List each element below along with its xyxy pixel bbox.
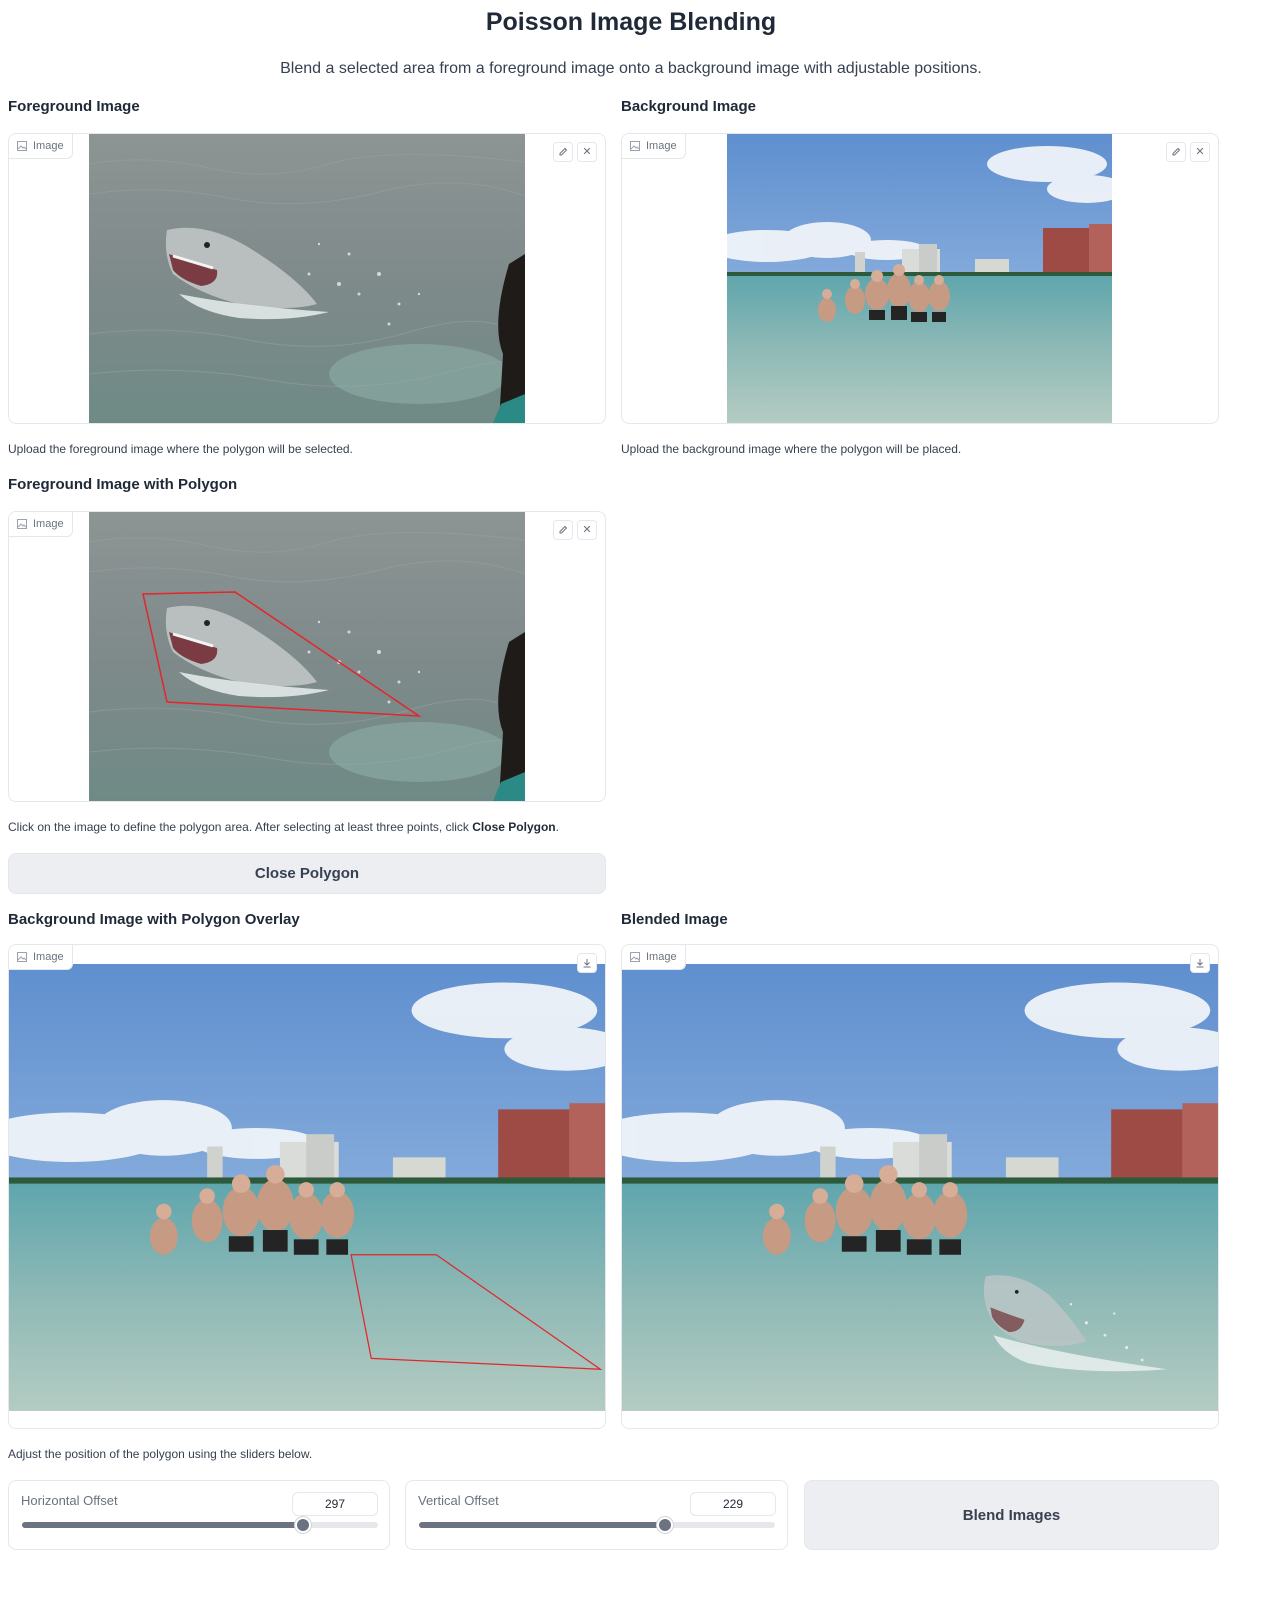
blended-label: Blended Image bbox=[621, 911, 728, 928]
background-label: Background Image bbox=[621, 98, 757, 115]
background-photo[interactable] bbox=[727, 134, 1112, 423]
pencil-icon[interactable] bbox=[553, 520, 573, 540]
fg-polygon-editor[interactable]: Image ✕ bbox=[8, 511, 606, 802]
vertical-slider-fill bbox=[419, 1522, 665, 1528]
close-icon[interactable]: ✕ bbox=[577, 142, 597, 162]
page-title: Poisson Image Blending bbox=[485, 8, 777, 36]
close-icon[interactable]: ✕ bbox=[1190, 142, 1210, 162]
vertical-offset-label: Vertical Offset bbox=[418, 1493, 499, 1508]
image-tag: Image bbox=[9, 945, 73, 970]
bg-overlay-label: Background Image with Polygon Overlay bbox=[8, 911, 300, 928]
bg-overlay-photo bbox=[9, 964, 605, 1411]
close-polygon-button[interactable]: Close Polygon bbox=[8, 853, 606, 894]
image-tag: Image bbox=[9, 512, 73, 537]
horizontal-offset-control: Horizontal Offset 297 bbox=[8, 1480, 390, 1550]
horizontal-offset-input[interactable]: 297 bbox=[292, 1492, 378, 1516]
horizontal-slider-fill bbox=[22, 1522, 303, 1528]
horizontal-offset-slider[interactable] bbox=[22, 1517, 378, 1533]
close-icon[interactable]: ✕ bbox=[577, 520, 597, 540]
foreground-upload[interactable]: Image ✕ bbox=[8, 133, 606, 424]
image-icon bbox=[17, 519, 27, 529]
image-icon bbox=[17, 952, 27, 962]
image-tag: Image bbox=[9, 134, 73, 159]
blend-images-button[interactable]: Blend Images bbox=[804, 1480, 1219, 1550]
image-icon bbox=[17, 141, 27, 151]
pencil-icon[interactable] bbox=[1166, 142, 1186, 162]
foreground-photo[interactable] bbox=[89, 134, 525, 423]
download-icon[interactable] bbox=[577, 953, 597, 973]
blended-output: Image bbox=[621, 944, 1219, 1429]
bg-overlay-output: Image bbox=[8, 944, 606, 1429]
sliders-hint: Adjust the position of the polygon using… bbox=[8, 1447, 313, 1461]
foreground-label: Foreground Image bbox=[8, 98, 140, 115]
fg-polygon-hint: Click on the image to define the polygon… bbox=[8, 820, 559, 834]
foreground-hint: Upload the foreground image where the po… bbox=[8, 442, 353, 456]
page-subtitle: Blend a selected area from a foreground … bbox=[280, 60, 982, 77]
image-icon bbox=[630, 141, 640, 151]
vertical-slider-thumb[interactable] bbox=[657, 1517, 673, 1533]
image-tag: Image bbox=[622, 134, 686, 159]
horizontal-slider-thumb[interactable] bbox=[295, 1517, 311, 1533]
download-icon[interactable] bbox=[1190, 953, 1210, 973]
blended-photo bbox=[622, 964, 1218, 1411]
background-upload[interactable]: Image ✕ bbox=[621, 133, 1219, 424]
vertical-offset-slider[interactable] bbox=[419, 1517, 775, 1533]
horizontal-offset-label: Horizontal Offset bbox=[21, 1493, 118, 1508]
fg-polygon-label: Foreground Image with Polygon bbox=[8, 476, 238, 493]
vertical-offset-control: Vertical Offset 229 bbox=[405, 1480, 788, 1550]
fg-polygon-photo[interactable] bbox=[89, 512, 525, 801]
pencil-icon[interactable] bbox=[553, 142, 573, 162]
vertical-offset-input[interactable]: 229 bbox=[690, 1492, 776, 1516]
image-icon bbox=[630, 952, 640, 962]
background-hint: Upload the background image where the po… bbox=[621, 442, 962, 456]
image-tag: Image bbox=[622, 945, 686, 970]
